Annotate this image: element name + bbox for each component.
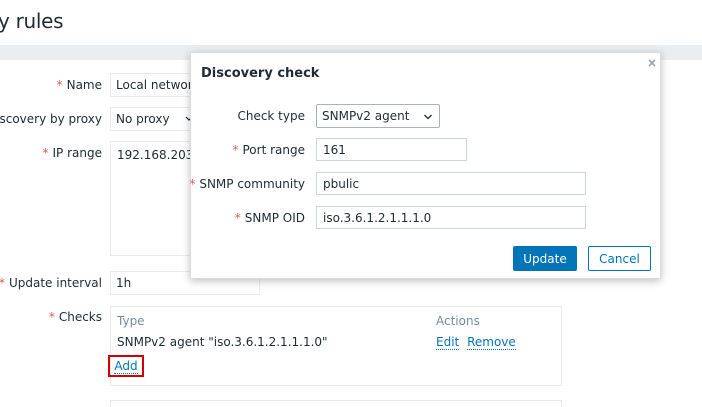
- ip-range-label-row: * IP range: [43, 146, 102, 160]
- port-range-label: Port range: [242, 143, 306, 157]
- page-title: y rules: [0, 9, 64, 33]
- snmp-community-label: SNMP community: [199, 177, 305, 191]
- checks-column-type: Type: [117, 314, 145, 328]
- update-button[interactable]: Update: [513, 246, 577, 271]
- update-interval-label: Update interval: [8, 276, 102, 290]
- dialog-title: Discovery check: [201, 66, 320, 81]
- discovery-check-dialog: Discovery check Check type SNMPv2 agent …: [189, 52, 661, 279]
- port-range-field[interactable]: 161: [316, 138, 467, 161]
- checks-column-actions: Actions: [436, 314, 480, 328]
- snmp-oid-label: SNMP OID: [244, 211, 305, 225]
- proxy-label: Discovery by proxy: [0, 112, 102, 126]
- add-link[interactable]: Add: [114, 359, 138, 374]
- checks-label-row: * Checks: [49, 310, 102, 324]
- port-range-label-row: * Port range: [233, 143, 306, 157]
- name-label: Name: [66, 78, 102, 92]
- required-marker: *: [0, 276, 5, 290]
- table-row-actions: Edit Remove: [436, 335, 516, 350]
- proxy-select[interactable]: No proxy: [110, 107, 200, 131]
- remove-link[interactable]: Remove: [467, 335, 516, 350]
- cancel-button[interactable]: Cancel: [588, 246, 651, 271]
- proxy-label-row: Discovery by proxy: [0, 112, 102, 126]
- update-interval-label-row: *Update interval: [0, 276, 102, 290]
- snmp-community-label-row: * SNMP community: [189, 177, 305, 191]
- check-type-label: Check type: [237, 109, 305, 123]
- add-check-button[interactable]: Add: [108, 355, 144, 377]
- ip-range-label: IP range: [52, 146, 102, 160]
- required-marker: *: [42, 146, 49, 160]
- edit-link[interactable]: Edit: [436, 335, 460, 350]
- name-label-row: * Name: [57, 78, 102, 92]
- checks-label: Checks: [58, 310, 102, 324]
- page-header: y rules: [0, 0, 702, 46]
- check-row-type: SNMPv2 agent "iso.3.6.1.2.1.1.1.0": [117, 335, 328, 349]
- ip-range-textarea[interactable]: 192.168.203.: [110, 141, 200, 256]
- required-marker: *: [56, 78, 63, 92]
- check-type-select[interactable]: SNMPv2 agent: [316, 104, 440, 128]
- required-marker: *: [48, 310, 55, 324]
- checks-table: Type Actions SNMPv2 agent "iso.3.6.1.2.1…: [110, 306, 562, 386]
- required-marker: *: [232, 143, 239, 157]
- required-marker: *: [234, 211, 241, 225]
- check-type-value: SNMPv2 agent: [322, 109, 410, 123]
- close-icon[interactable]: [646, 57, 658, 69]
- snmp-oid-label-row: * SNMP OID: [235, 211, 305, 225]
- snmp-oid-field[interactable]: iso.3.6.1.2.1.1.1.0: [316, 206, 586, 229]
- chevron-down-icon: [424, 114, 432, 120]
- next-section-box: [110, 400, 562, 407]
- required-marker: *: [189, 177, 196, 191]
- proxy-select-value: No proxy: [116, 112, 170, 126]
- snmp-community-field[interactable]: pbulic: [316, 172, 586, 195]
